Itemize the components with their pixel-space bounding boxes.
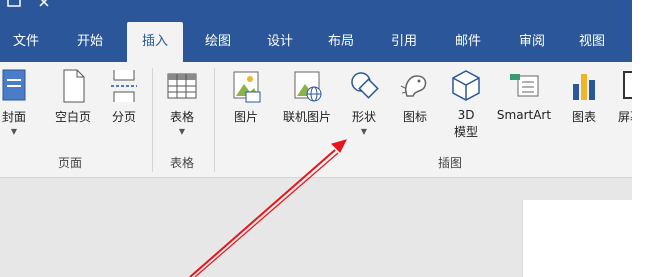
smartart-icon (510, 74, 539, 97)
blank-page-label: 空白页 (54, 110, 91, 124)
icons-icon (400, 75, 427, 97)
tab-layout[interactable]: 布局 (319, 22, 363, 62)
tables-group-label: 表格 (169, 156, 194, 170)
screenshot-label: 屏幕 (617, 110, 632, 124)
illustrations-group-label: 插图 (437, 156, 462, 170)
blank-page-button[interactable]: 空白页 (48, 68, 98, 125)
cube-icon (452, 70, 480, 101)
picture-label: 图片 (233, 110, 258, 124)
title-bar (0, 0, 632, 22)
chart-label: 图表 (571, 110, 596, 124)
picture-icon (233, 71, 261, 103)
chart-button[interactable]: 图表 (564, 68, 604, 125)
smartart-label: SmartArt (496, 108, 552, 122)
screenshot-button[interactable]: 屏幕 (610, 68, 632, 125)
undo-icon[interactable] (39, 0, 49, 7)
table-button[interactable]: 表格 ▼ (162, 68, 202, 136)
blank-page-icon (63, 69, 85, 103)
3d-model-button[interactable]: 3D 模型 (446, 68, 486, 140)
pages-group-label: 页面 (57, 156, 82, 170)
group-divider (214, 68, 215, 172)
shapes-icon (351, 72, 379, 99)
word-window: 文件 开始 插入 绘图 设计 布局 引用 邮件 审阅 视图 封面 ▼ 空白页 分… (0, 0, 632, 277)
chevron-down-icon: ▼ (360, 127, 368, 136)
chevron-down-icon: ▼ (178, 127, 186, 136)
3d-model-label-line2: 模型 (453, 125, 478, 139)
page-break-label: 分页 (111, 110, 136, 124)
tab-insert[interactable]: 插入 (127, 22, 183, 62)
3d-model-label-line1: 3D (457, 108, 475, 122)
shapes-button[interactable]: 形状 ▼ (344, 68, 384, 136)
tab-view[interactable]: 视图 (570, 22, 614, 62)
shapes-label: 形状 (351, 110, 376, 124)
save-icon[interactable] (7, 0, 21, 7)
smartart-button[interactable]: SmartArt (494, 68, 554, 122)
icons-button[interactable]: 图标 (395, 68, 435, 125)
tab-file[interactable]: 文件 (0, 22, 52, 62)
online-picture-icon (294, 71, 322, 102)
quick-access-icons[interactable] (0, 0, 60, 22)
online-picture-button[interactable]: 联机图片 (276, 68, 338, 125)
page-break-button[interactable]: 分页 (104, 68, 144, 125)
chart-icon (573, 74, 595, 100)
cover-page-label: 封面 (1, 110, 26, 124)
page-break-icon (111, 70, 137, 102)
online-picture-label: 联机图片 (282, 110, 331, 124)
tab-review[interactable]: 审阅 (510, 22, 554, 62)
document-area[interactable] (0, 178, 632, 277)
screenshot-icon (623, 71, 632, 99)
tab-home[interactable]: 开始 (68, 22, 112, 62)
tab-draw[interactable]: 绘图 (196, 22, 240, 62)
ribbon-insert: 封面 ▼ 空白页 分页 页面 表格 ▼ 表格 图片 联机图片 形状 ▼ 图标 3… (0, 62, 632, 178)
chevron-down-icon: ▼ (10, 127, 18, 136)
cover-page-button[interactable]: 封面 ▼ (0, 68, 34, 136)
icons-label: 图标 (402, 110, 427, 124)
ribbon-tab-bar: 文件 开始 插入 绘图 设计 布局 引用 邮件 审阅 视图 (0, 22, 632, 62)
tab-references[interactable]: 引用 (382, 22, 426, 62)
tab-mailings[interactable]: 邮件 (446, 22, 490, 62)
picture-button[interactable]: 图片 (226, 68, 266, 125)
table-icon (167, 73, 197, 99)
document-page[interactable] (522, 200, 632, 277)
group-divider (152, 68, 153, 172)
table-label: 表格 (169, 110, 194, 124)
cover-page-icon (2, 69, 26, 101)
tab-design[interactable]: 设计 (258, 22, 302, 62)
